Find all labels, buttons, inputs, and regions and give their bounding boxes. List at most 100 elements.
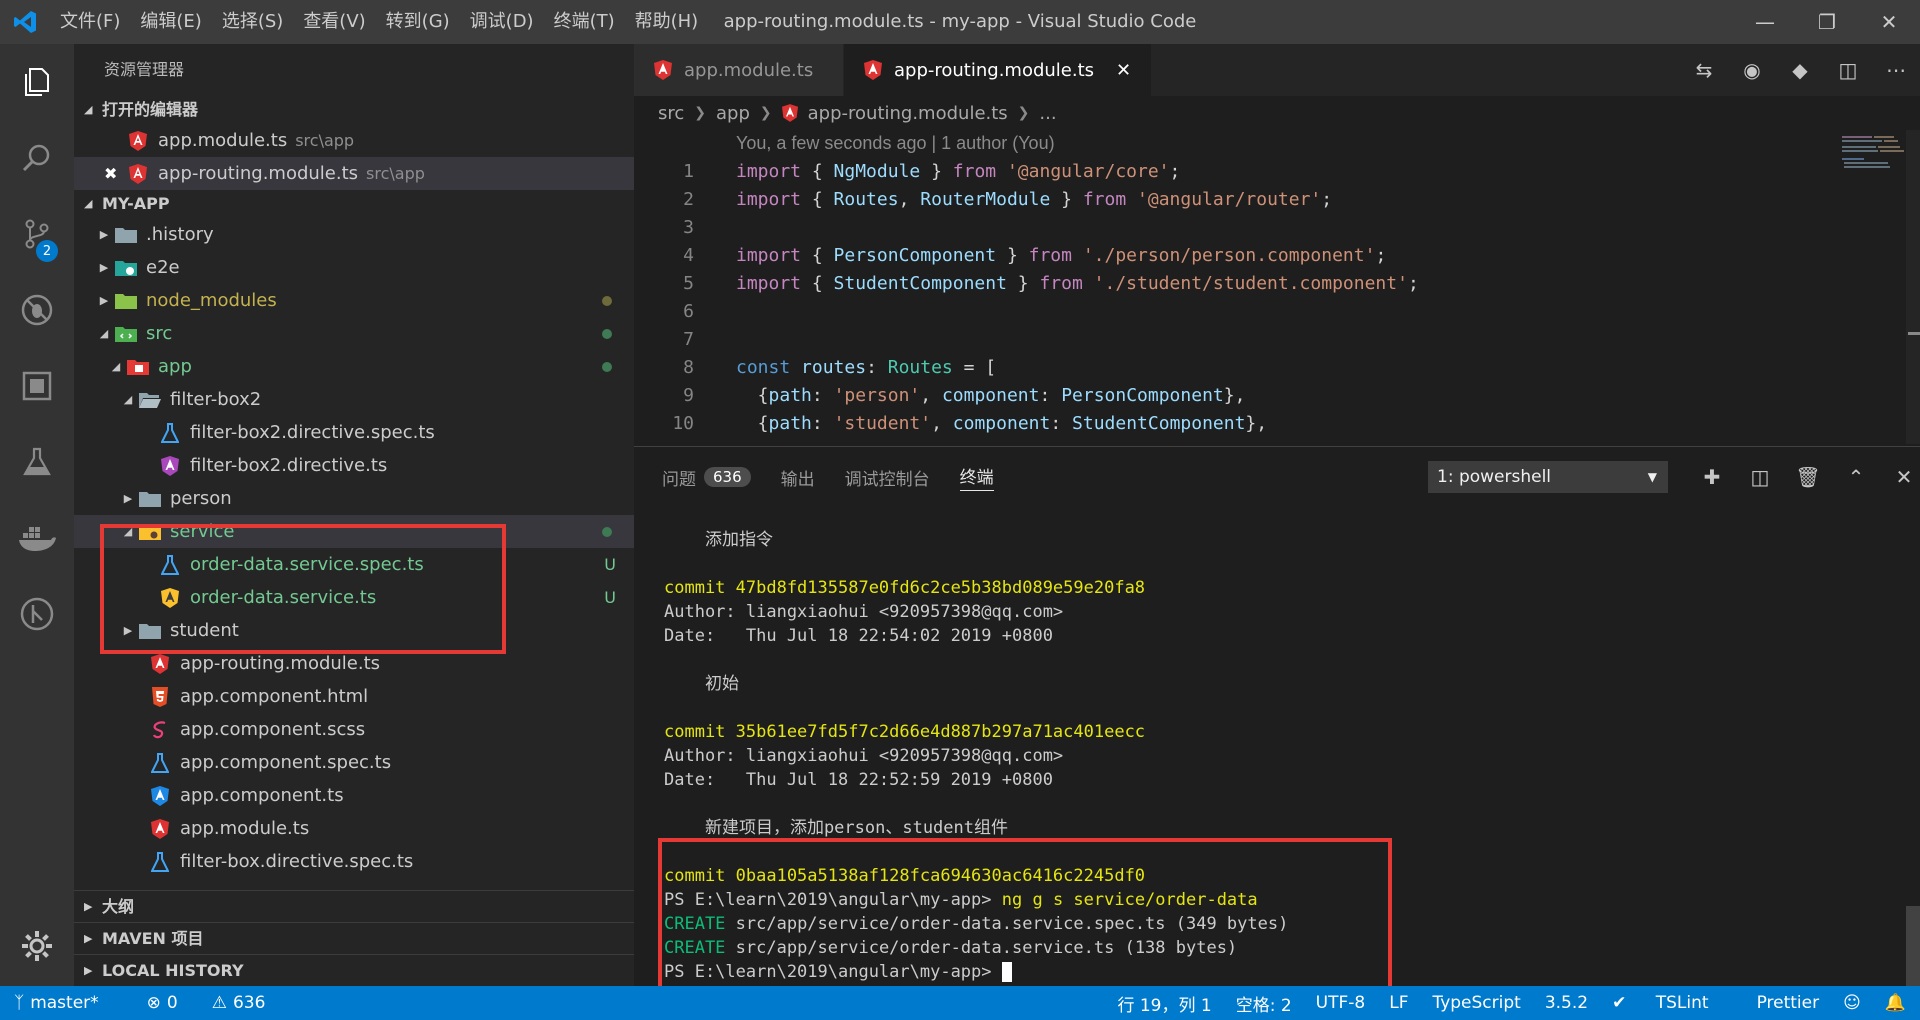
editor-scrollbar[interactable] [1906, 130, 1920, 444]
new-terminal-icon[interactable]: ✚ [1688, 461, 1736, 493]
open-changes-icon[interactable]: ◉ [1728, 58, 1776, 82]
terminal-output[interactable]: 添加指令 commit 47bd8fd135587e0fd6c2ce5b38bd… [664, 507, 1894, 987]
tree-file[interactable]: app-routing.module.ts [74, 647, 634, 680]
tree-file[interactable]: order-data.service.ts U [74, 581, 634, 614]
maven-section[interactable]: ▶ MAVEN 项目 [74, 922, 634, 954]
language-mode[interactable]: TypeScript [1432, 993, 1520, 1013]
menu-file[interactable]: 文件(F) [50, 0, 130, 44]
angular-icon [864, 60, 882, 80]
problems-status[interactable]: ⊗ 0 ⚠ 636 [147, 993, 290, 1013]
open-editor-item[interactable]: app.module.ts src\app [74, 124, 634, 157]
tree-file[interactable]: app.component.scss [74, 713, 634, 746]
tree-file[interactable]: app.component.ts [74, 779, 634, 812]
menu-help[interactable]: 帮助(H) [625, 0, 709, 44]
error-icon: ⊗ [146, 993, 161, 1013]
tab-app-routing-module[interactable]: app-routing.module.ts ✕ [844, 44, 1153, 96]
tab-app-module[interactable]: app.module.ts [634, 44, 844, 96]
tree-folder[interactable]: ◢ src [74, 317, 634, 350]
open-editor-item-active[interactable]: ✖ app-routing.module.ts src\app [74, 157, 634, 190]
tab-debug-console[interactable]: 调试控制台 [845, 447, 930, 507]
close-icon[interactable]: ✖ [104, 164, 126, 183]
breadcrumb-symbol[interactable]: ... [1039, 103, 1056, 124]
tab-output[interactable]: 输出 [781, 447, 815, 507]
code-line: 3 [683, 217, 694, 238]
tree-file[interactable]: filter-box.directive.spec.ts [74, 845, 634, 878]
notifications-bell-icon[interactable]: 🔔 [1885, 993, 1906, 1013]
minimap[interactable] [1838, 134, 1908, 174]
ts-version[interactable]: 3.5.2 [1545, 993, 1588, 1013]
split-terminal-icon[interactable]: ◫ [1736, 461, 1784, 493]
git-branch[interactable]: ᛉ master* [14, 993, 123, 1013]
tree-file[interactable]: app.module.ts [74, 812, 634, 845]
tree-folder[interactable]: ▶ person [74, 482, 634, 515]
tree-folder[interactable]: ▶ .history [74, 218, 634, 251]
encoding[interactable]: UTF-8 [1316, 993, 1366, 1013]
trash-icon[interactable]: 🗑 [1784, 461, 1832, 493]
breadcrumb-src[interactable]: src [658, 103, 684, 124]
indentation[interactable]: 空格: 2 [1236, 991, 1292, 1016]
menu-edit[interactable]: 编辑(E) [130, 0, 211, 44]
tree-file[interactable]: filter-box2.directive.spec.ts [74, 416, 634, 449]
terminal-line: Author: liangxiaohui <920957398@qq.com> [664, 602, 1064, 622]
tab-terminal[interactable]: 终端 [959, 447, 994, 507]
menu-debug[interactable]: 调试(D) [460, 0, 544, 44]
tree-folder[interactable]: ◢ app [74, 350, 634, 383]
compare-changes-icon[interactable]: ⇆ [1680, 58, 1728, 82]
menu-selection[interactable]: 选择(S) [212, 0, 293, 44]
test-flask-file-icon [158, 422, 182, 443]
restore-icon[interactable]: ❐ [1796, 0, 1858, 44]
open-editors-header[interactable]: ◢ 打开的编辑器 [74, 96, 634, 124]
tree-folder-selected[interactable]: ◢ service [74, 515, 634, 548]
tree-folder[interactable]: ▶ e2e [74, 251, 634, 284]
chevron-down-icon: ◢ [123, 393, 133, 406]
terminal-scrollbar[interactable] [1906, 906, 1920, 986]
project-header[interactable]: ◢ MY-APP [74, 190, 634, 218]
menu-terminal[interactable]: 终端(T) [544, 0, 625, 44]
maximize-panel-icon[interactable]: ⌃ [1832, 461, 1880, 493]
git-blame-annotation[interactable]: You, a few seconds ago | 1 author (You) [736, 133, 1055, 154]
code-editor[interactable]: You, a few seconds ago | 1 author (You) … [634, 130, 1920, 444]
breadcrumb-app[interactable]: app [716, 103, 750, 124]
tree-file[interactable]: order-data.service.spec.ts U [74, 548, 634, 581]
untracked-badge: U [604, 555, 616, 574]
tree-folder[interactable]: ▶ node_modules [74, 284, 634, 317]
search-icon[interactable] [0, 120, 74, 196]
tree-file[interactable]: app.component.html [74, 680, 634, 713]
tree-file[interactable]: app.component.spec.ts [74, 746, 634, 779]
code-line: 8 const routes: Routes = [ [683, 357, 997, 378]
feedback-smiley-icon[interactable]: ☺ [1843, 993, 1861, 1013]
close-panel-icon[interactable]: ✕ [1880, 461, 1920, 493]
outline-section[interactable]: ▶ 大纲 [74, 890, 634, 922]
tree-file[interactable]: filter-box2.directive.ts [74, 449, 634, 482]
close-window-icon[interactable]: ✕ [1858, 0, 1920, 44]
tab-problems[interactable]: 问题 636 [662, 447, 751, 507]
git-commit-icon[interactable]: ◆ [1776, 58, 1824, 82]
prettier-status[interactable]: Prettier [1757, 993, 1820, 1013]
terminal-prompt[interactable]: PS E:\learn\2019\angular\my-app> [664, 961, 1012, 983]
explorer-icon[interactable] [0, 44, 74, 120]
local-history-section[interactable]: ▶ LOCAL HISTORY [74, 954, 634, 986]
docker-icon[interactable] [0, 500, 74, 576]
close-tab-icon[interactable]: ✕ [1116, 60, 1131, 81]
tree-folder[interactable]: ▶ student [74, 614, 634, 647]
terminal-select[interactable]: 1: powershell ▼ [1428, 461, 1668, 493]
tree-folder[interactable]: ◢ filter-box2 [74, 383, 634, 416]
tslint-status[interactable]: ✔ TSLint [1612, 993, 1732, 1013]
cursor-position[interactable]: 行 19，列 1 [1117, 991, 1211, 1016]
menu-bar: 文件(F) 编辑(E) 选择(S) 查看(V) 转到(G) 调试(D) 终端(T… [50, 0, 708, 44]
settings-gear-icon[interactable] [0, 906, 74, 986]
chevron-right-icon: ▶ [84, 931, 93, 945]
extensions-icon[interactable] [0, 348, 74, 424]
end-of-line[interactable]: LF [1389, 993, 1408, 1013]
problems-count-badge: 636 [704, 467, 751, 487]
menu-go[interactable]: 转到(G) [376, 0, 460, 44]
source-control-icon[interactable]: 2 [0, 196, 74, 272]
more-actions-icon[interactable]: ⋯ [1872, 58, 1920, 82]
minimize-icon[interactable]: — [1734, 0, 1796, 44]
gitlens-icon[interactable] [0, 576, 74, 652]
test-flask-icon[interactable] [0, 424, 74, 500]
split-editor-icon[interactable]: ◫ [1824, 58, 1872, 82]
breadcrumb-file[interactable]: app-routing.module.ts [808, 103, 1008, 124]
debug-icon[interactable] [0, 272, 74, 348]
menu-view[interactable]: 查看(V) [293, 0, 375, 44]
